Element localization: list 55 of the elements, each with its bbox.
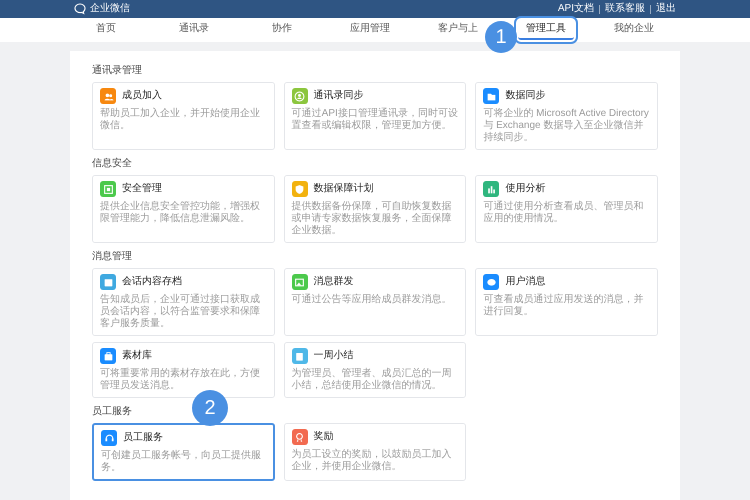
card-description: 可创建员工服务帐号，向员工提供服务。 [101,450,262,474]
card-title: 会话内容存档 [122,276,182,288]
card-description: 可通过使用分析查看成员、管理员和应用的使用情况。 [483,201,644,225]
tool-card[interactable]: 安全管理 提供企业信息安全管控功能，增强权限管理能力，降低信息泄漏风险。 [92,175,275,243]
card-description: 为员工设立的奖励，以鼓励员工加入企业，并使用企业微信。 [292,449,453,473]
card-description: 可查看成员通过应用发送的消息，并进行回复。 [483,294,644,318]
card-title: 安全管理 [122,183,162,195]
nav-tab[interactable]: 协作 [264,20,300,40]
card-title: 使用分析 [505,183,546,195]
card-description: 帮助员工加入企业，并开始使用企业微信。 [100,108,261,132]
header-link[interactable]: 联系客服 [605,3,645,15]
nav-tab[interactable]: 应用管理 [342,20,398,40]
step-number: 1 [485,21,517,53]
card-description: 提供数据备份保障，可自助恢复数据或申请专家数据恢复服务，全面保障企业数据。 [292,201,453,237]
card-description: 为管理员、管理者、成员汇总的一周小结，总结使用企业微信的情况。 [292,368,453,392]
card-description: 告知成员后，企业可通过接口获取成员会话内容，以符合监管要求和保障客户服务质量。 [100,294,261,330]
logo-icon [74,3,87,15]
tool-card[interactable]: 使用分析 可通过使用分析查看成员、管理员和应用的使用情况。 [475,175,658,243]
tool-card[interactable]: 消息群发 可通过公告等应用给成员群发消息。 [284,268,466,336]
section-title: 信息安全 [92,158,132,170]
tool-card[interactable]: 数据同步 可将企业的 Microsoft Active Directory 与 Exchange 数据导入至企业微信并持续同步。 [475,82,658,150]
tool-card[interactable]: 数据保障计划 提供数据备份保障，可自助恢复数据或申请专家数据恢复服务，全面保障企业数据。 [284,175,466,243]
nav-tab[interactable]: 通讯录 [171,20,217,40]
tool-card[interactable]: 通讯录同步 可通过API接口管理通讯录，同时可设置查看或编辑权限，管理更加方便。 [284,82,466,150]
card-title: 员工服务 [123,432,163,444]
header-link[interactable]: 退出 [656,3,676,15]
card-description: 可将企业的 Microsoft Active Directory 与 Exchange 数据导入至企业微信并持续同步。 [483,108,650,144]
card-description: 可通过API接口管理通讯录，同时可设置查看或编辑权限，管理更加方便。 [292,108,458,132]
nav-tab[interactable]: 首页 [88,20,124,40]
tool-card[interactable]: 员工服务 可创建员工服务帐号，向员工提供服务。 [92,423,275,481]
card-title: 奖励 [314,431,334,443]
card-description: 可将重要常用的素材存放在此，方便管理员发送消息。 [100,368,261,392]
card-title: 素材库 [122,350,152,362]
card-title: 消息群发 [314,276,354,288]
card-title: 一周小结 [314,350,354,362]
card-title: 通讯录同步 [314,90,364,102]
section-title: 员工服务 [92,406,132,418]
card-title: 成员加入 [122,90,162,102]
section-title: 消息管理 [92,251,132,263]
nav-tab[interactable]: 我的企业 [606,20,662,40]
card-title: 数据同步 [505,90,546,102]
header-link[interactable]: API文档 [558,3,594,15]
tool-card[interactable]: 一周小结 为管理员、管理者、成员汇总的一周小结，总结使用企业微信的情况。 [284,342,466,398]
card-title: 用户消息 [505,276,546,288]
tool-card[interactable]: 会话内容存档 告知成员后，企业可通过接口获取成员会话内容，以符合监管要求和保障客户服务质量。 [92,268,275,336]
tool-card[interactable]: 素材库 可将重要常用的素材存放在此，方便管理员发送消息。 [92,342,275,398]
tool-card[interactable]: 成员加入 帮助员工加入企业，并开始使用企业微信。 [92,82,275,150]
section-title: 通讯录管理 [92,65,142,77]
card-description: 提供企业信息安全管控功能，增强权限管理能力，降低信息泄漏风险。 [100,201,261,225]
tool-card[interactable]: 奖励 为员工设立的奖励，以鼓励员工加入企业，并使用企业微信。 [284,423,466,481]
card-title: 数据保障计划 [314,183,374,195]
card-description: 可通过公告等应用给成员群发消息。 [292,294,453,306]
nav-tab[interactable]: 客户与上 [430,20,486,40]
logo-text: 企业微信 [90,3,130,15]
tool-card[interactable]: 用户消息 可查看成员通过应用发送的消息，并进行回复。 [475,268,658,336]
